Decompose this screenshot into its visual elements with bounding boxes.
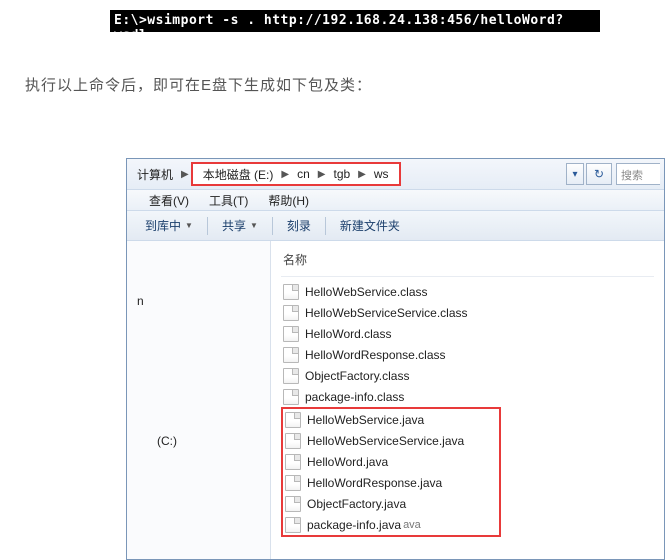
file-icon [283,305,299,321]
file-row[interactable]: HelloWord.java [283,451,497,472]
breadcrumb-item-tgb[interactable]: tgb [327,165,356,183]
file-name: HelloWebServiceService.class [305,306,468,320]
breadcrumb-root[interactable]: 计算机 [131,162,179,187]
chevron-right-icon: ▶ [179,169,191,180]
terminal-command: E:\>wsimport -s . http://192.168.24.138:… [110,10,600,32]
file-icon [285,433,301,449]
navigation-sidebar: n (C:) [127,241,271,559]
chevron-right-icon: ▶ [279,169,291,180]
menu-tools[interactable]: 工具(T) [199,190,258,211]
file-row[interactable]: HelloWordResponse.class [281,344,654,365]
menu-help[interactable]: 帮助(H) [258,190,319,211]
file-icon [285,517,301,533]
file-row[interactable]: HelloWebService.java [283,409,497,430]
chevron-down-icon: ▼ [185,221,193,230]
description-text: 执行以上命令后，即可在E盘下生成如下包及类： [25,74,372,95]
column-header-name[interactable]: 名称 [281,247,654,277]
file-icon [283,368,299,384]
dropdown-arrow-button[interactable]: ▾ [566,163,584,185]
file-name: HelloWord.java [307,455,388,469]
chevron-right-icon: ▶ [356,169,368,180]
file-name: HelloWordResponse.class [305,348,446,362]
chevron-down-icon: ▼ [250,221,258,230]
breadcrumb-item-ws[interactable]: ws [368,165,395,183]
file-row[interactable]: HelloWebServiceService.java [283,430,497,451]
toolbar-label: 到库中 [145,217,181,234]
file-row[interactable]: HelloWordResponse.java [283,472,497,493]
explorer-window: 计算机 ▶ 本地磁盘 (E:) ▶ cn ▶ tgb ▶ ws ▾ ↻ 搜索 查… [126,158,665,560]
file-icon [285,454,301,470]
content-area: n (C:) 名称 HelloWebService.class HelloWeb… [127,241,664,559]
file-icon [285,496,301,512]
java-files-highlighted-group: HelloWebService.java HelloWebServiceServ… [281,407,501,537]
file-row[interactable]: package-info.java ava [283,514,497,535]
file-row[interactable]: HelloWord.class [281,323,654,344]
toolbar-label: 共享 [222,217,246,234]
file-name: ObjectFactory.class [305,369,409,383]
toolbar-separator [272,217,273,235]
file-name: HelloWebService.class [305,285,428,299]
toolbar-separator [207,217,208,235]
file-icon [283,389,299,405]
file-row[interactable]: package-info.class [281,386,654,407]
file-icon [283,284,299,300]
overlap-text: ava [403,519,421,531]
file-name: package-info.java [307,518,401,532]
toolbar-new-folder[interactable]: 新建文件夹 [328,213,412,238]
file-name: HelloWordResponse.java [307,476,442,490]
file-list-panel: 名称 HelloWebService.class HelloWebService… [271,241,664,559]
toolbar-share[interactable]: 共享 ▼ [210,213,270,238]
chevron-right-icon: ▶ [316,169,328,180]
file-icon [285,475,301,491]
toolbar-separator [325,217,326,235]
breadcrumb-highlighted: 本地磁盘 (E:) ▶ cn ▶ tgb ▶ ws [191,162,401,186]
toolbar: 到库中 ▼ 共享 ▼ 刻录 新建文件夹 [127,211,664,241]
refresh-button[interactable]: ↻ [586,163,612,185]
menu-view[interactable]: 查看(V) [139,190,199,211]
file-row[interactable]: HelloWebService.class [281,281,654,302]
file-name: HelloWebServiceService.java [307,434,464,448]
file-icon [283,326,299,342]
toolbar-burn[interactable]: 刻录 [275,213,323,238]
file-name: package-info.class [305,390,404,404]
menu-bar: 查看(V) 工具(T) 帮助(H) [127,189,664,211]
file-row[interactable]: ObjectFactory.class [281,365,654,386]
breadcrumb-item-cn[interactable]: cn [291,165,316,183]
toolbar-include-in-library[interactable]: 到库中 ▼ [133,213,205,238]
file-row[interactable]: ObjectFactory.java [283,493,497,514]
search-input[interactable]: 搜索 [616,163,660,185]
sidebar-item-drive-c[interactable]: (C:) [127,431,270,451]
breadcrumb-item-drive[interactable]: 本地磁盘 (E:) [197,164,280,185]
file-name: HelloWord.class [305,327,391,341]
file-icon [285,412,301,428]
file-row[interactable]: HelloWebServiceService.class [281,302,654,323]
file-icon [283,347,299,363]
file-name: ObjectFactory.java [307,497,406,511]
file-name: HelloWebService.java [307,413,424,427]
sidebar-item[interactable]: n [127,291,270,311]
address-bar: 计算机 ▶ 本地磁盘 (E:) ▶ cn ▶ tgb ▶ ws ▾ ↻ 搜索 [127,159,664,189]
